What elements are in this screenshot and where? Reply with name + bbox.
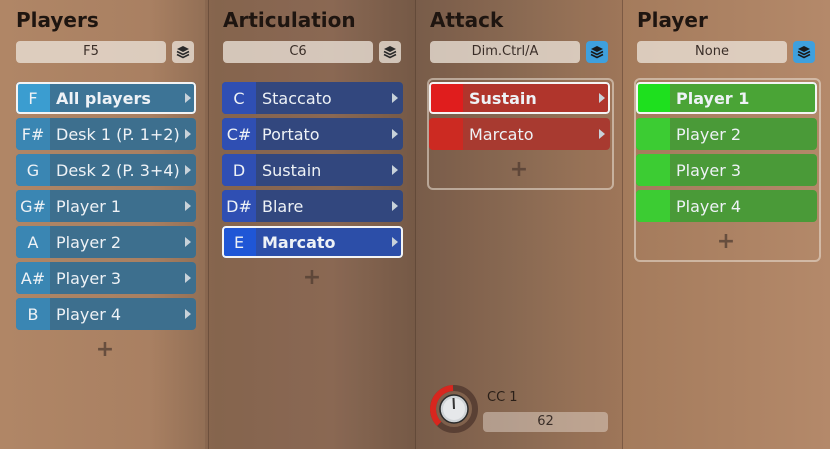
player-item-player-3[interactable]: Player 3: [636, 154, 817, 186]
player-layers-button[interactable]: [793, 41, 815, 63]
articulation-item-blare[interactable]: D# Blare: [222, 190, 403, 222]
key-label: G: [16, 154, 50, 186]
layers-icon: [176, 46, 190, 59]
chevron-right-icon: [185, 309, 191, 319]
item-label: Player 3: [676, 160, 742, 180]
articulation-add-button[interactable]: +: [302, 267, 322, 289]
key-swatch: [429, 82, 463, 114]
knob-icon: [430, 385, 478, 433]
attack-item-sustain[interactable]: Sustain: [429, 82, 610, 114]
players-item-player-2[interactable]: A Player 2: [16, 226, 196, 258]
player-item-player-2[interactable]: Player 2: [636, 118, 817, 150]
key-swatch: [429, 118, 463, 150]
item-label: Player 2: [676, 124, 742, 144]
key-swatch: [636, 154, 670, 186]
players-add-button[interactable]: +: [95, 339, 115, 361]
item-label: Marcato: [262, 232, 336, 252]
chevron-right-icon: [392, 201, 398, 211]
key-swatch: [636, 190, 670, 222]
articulation-item-staccato[interactable]: C Staccato: [222, 82, 403, 114]
chevron-right-icon: [185, 165, 191, 175]
item-label: Player 1: [676, 88, 750, 108]
item-label: Blare: [262, 196, 304, 216]
item-label: Player 4: [56, 304, 122, 324]
item-label: Staccato: [262, 88, 332, 108]
players-item-player-3[interactable]: A# Player 3: [16, 262, 196, 294]
player-title: Player: [637, 8, 708, 32]
key-label: C: [222, 82, 256, 114]
item-label: Player 4: [676, 196, 742, 216]
item-label: All players: [56, 88, 151, 108]
articulation-item-sustain[interactable]: D Sustain: [222, 154, 403, 186]
cc-value-field[interactable]: 62: [483, 412, 608, 432]
chevron-right-icon: [392, 237, 398, 247]
key-label: C#: [222, 118, 256, 150]
articulation-layers-button[interactable]: [379, 41, 401, 63]
cc-knob[interactable]: [429, 384, 479, 434]
player-controller-selector[interactable]: None: [637, 41, 787, 63]
players-note-selector[interactable]: F5: [16, 41, 166, 63]
key-label: D#: [222, 190, 256, 222]
player-item-player-1[interactable]: Player 1: [636, 82, 817, 114]
item-label: Player 3: [56, 268, 122, 288]
chevron-right-icon: [185, 129, 191, 139]
item-label: Desk 1 (P. 1+2): [56, 124, 180, 144]
players-item-player-1[interactable]: G# Player 1: [16, 190, 196, 222]
item-label: Desk 2 (P. 3+4): [56, 160, 180, 180]
key-label: D: [222, 154, 256, 186]
articulation-title: Articulation: [223, 8, 356, 32]
attack-layers-button[interactable]: [586, 41, 608, 63]
attack-add-button[interactable]: +: [509, 159, 529, 181]
key-label: G#: [16, 190, 50, 222]
key-label: A: [16, 226, 50, 258]
item-label: Player 2: [56, 232, 122, 252]
key-label: E: [222, 226, 256, 258]
item-label: Player 1: [56, 196, 122, 216]
articulation-item-portato[interactable]: C# Portato: [222, 118, 403, 150]
attack-title: Attack: [430, 8, 504, 32]
articulation-note-selector[interactable]: C6: [223, 41, 373, 63]
layers-icon: [383, 46, 397, 59]
item-label: Sustain: [469, 88, 537, 108]
players-item-desk-1[interactable]: F# Desk 1 (P. 1+2): [16, 118, 196, 150]
key-swatch: [636, 118, 670, 150]
chevron-right-icon: [185, 93, 191, 103]
key-label: B: [16, 298, 50, 330]
key-label: F: [16, 82, 50, 114]
cc-label: CC 1: [487, 390, 518, 405]
layers-icon: [590, 46, 604, 59]
player-add-button[interactable]: +: [716, 231, 736, 253]
attack-item-marcato[interactable]: Marcato: [429, 118, 610, 150]
chevron-right-icon: [599, 129, 605, 139]
articulation-item-marcato[interactable]: E Marcato: [222, 226, 403, 258]
players-item-desk-2[interactable]: G Desk 2 (P. 3+4): [16, 154, 196, 186]
key-swatch: [636, 82, 670, 114]
chevron-right-icon: [392, 165, 398, 175]
item-label: Portato: [262, 124, 320, 144]
chevron-right-icon: [185, 237, 191, 247]
attack-controller-selector[interactable]: Dim.Ctrl/A: [430, 41, 580, 63]
layers-icon: [797, 46, 811, 59]
item-label: Sustain: [262, 160, 322, 180]
chevron-right-icon: [185, 201, 191, 211]
players-title: Players: [16, 8, 99, 32]
chevron-right-icon: [392, 93, 398, 103]
item-label: Marcato: [469, 124, 534, 144]
player-item-player-4[interactable]: Player 4: [636, 190, 817, 222]
players-item-player-4[interactable]: B Player 4: [16, 298, 196, 330]
chevron-right-icon: [599, 93, 605, 103]
players-item-all-players[interactable]: F All players: [16, 82, 196, 114]
chevron-right-icon: [185, 273, 191, 283]
chevron-right-icon: [392, 129, 398, 139]
key-label: F#: [16, 118, 50, 150]
players-layers-button[interactable]: [172, 41, 194, 63]
key-label: A#: [16, 262, 50, 294]
